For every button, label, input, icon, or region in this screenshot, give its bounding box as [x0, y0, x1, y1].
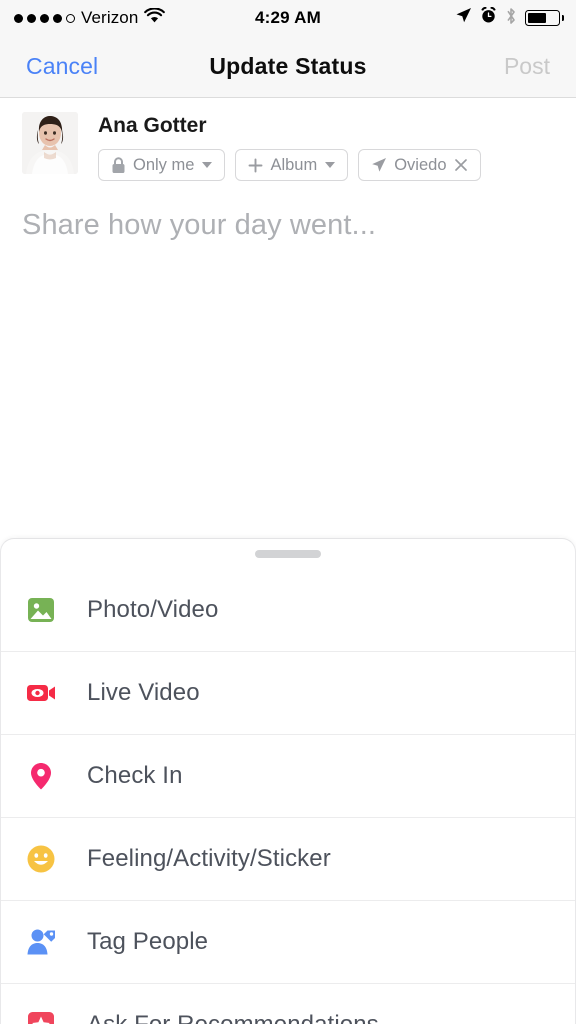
recommendations-star-icon — [23, 1007, 59, 1024]
attachment-sheet: Photo/Video Live Video Check In Feeling/… — [0, 538, 576, 1024]
sheet-item-label: Live Video — [87, 679, 200, 706]
user-name: Ana Gotter — [98, 114, 207, 137]
photo-video-icon — [23, 592, 59, 628]
navigation-bar: Cancel Update Status Post — [0, 36, 576, 98]
album-label: Album — [270, 155, 318, 174]
battery-icon — [525, 10, 564, 26]
location-pill[interactable]: Oviedo — [358, 149, 481, 182]
audience-privacy-pill[interactable]: Only me — [98, 149, 226, 182]
composer-header: Ana Gotter Only me Album Oviedo Share ho… — [0, 98, 576, 243]
page-title: Update Status — [209, 53, 367, 79]
alarm-clock-icon — [480, 6, 497, 29]
live-video-icon — [23, 675, 59, 711]
sheet-item-live-video[interactable]: Live Video — [1, 651, 575, 734]
plus-icon — [248, 158, 263, 173]
sheet-item-feeling-activity[interactable]: Feeling/Activity/Sticker — [1, 817, 575, 900]
location-arrow-icon — [371, 157, 387, 173]
status-bar: Verizon 4:29 AM — [0, 0, 576, 36]
sheet-item-label: Ask For Recommendations — [59, 1011, 379, 1024]
close-icon[interactable] — [454, 158, 468, 172]
smiley-icon — [23, 841, 59, 877]
audience-privacy-label: Only me — [133, 155, 195, 174]
attachment-options-list: Photo/Video Live Video Check In Feeling/… — [1, 568, 575, 1024]
status-input[interactable]: Share how your day went... — [0, 181, 576, 242]
sheet-item-label: Check In — [87, 762, 183, 789]
drag-handle-wrap[interactable] — [1, 539, 575, 564]
tag-people-icon — [23, 924, 59, 960]
sheet-item-check-in[interactable]: Check In — [1, 734, 575, 817]
sheet-item-label: Feeling/Activity/Sticker — [87, 845, 331, 872]
bluetooth-icon — [505, 7, 517, 30]
composer-pill-group: Only me Album Oviedo — [98, 149, 554, 182]
sheet-item-photo-video[interactable]: Photo/Video — [1, 568, 575, 651]
album-pill[interactable]: Album — [235, 149, 349, 182]
sheet-item-label: Photo/Video — [87, 595, 219, 623]
post-button[interactable]: Post — [504, 53, 576, 80]
sheet-item-tag-people[interactable]: Tag People — [1, 900, 575, 983]
sheet-item-ask-recommendations[interactable]: Ask For Recommendations — [1, 983, 575, 1024]
user-avatar[interactable] — [22, 112, 78, 174]
location-arrow-icon — [455, 7, 472, 29]
chevron-down-icon — [202, 162, 213, 169]
location-label: Oviedo — [394, 155, 447, 174]
sheet-item-label: Tag People — [87, 928, 209, 955]
status-bar-right — [455, 6, 576, 30]
phone-screen: Verizon 4:29 AM Cancel Update Status Pos… — [0, 0, 576, 1024]
lock-icon — [111, 156, 126, 174]
chevron-down-icon — [325, 162, 336, 169]
location-pin-icon — [23, 758, 59, 794]
drag-handle[interactable] — [255, 550, 321, 558]
